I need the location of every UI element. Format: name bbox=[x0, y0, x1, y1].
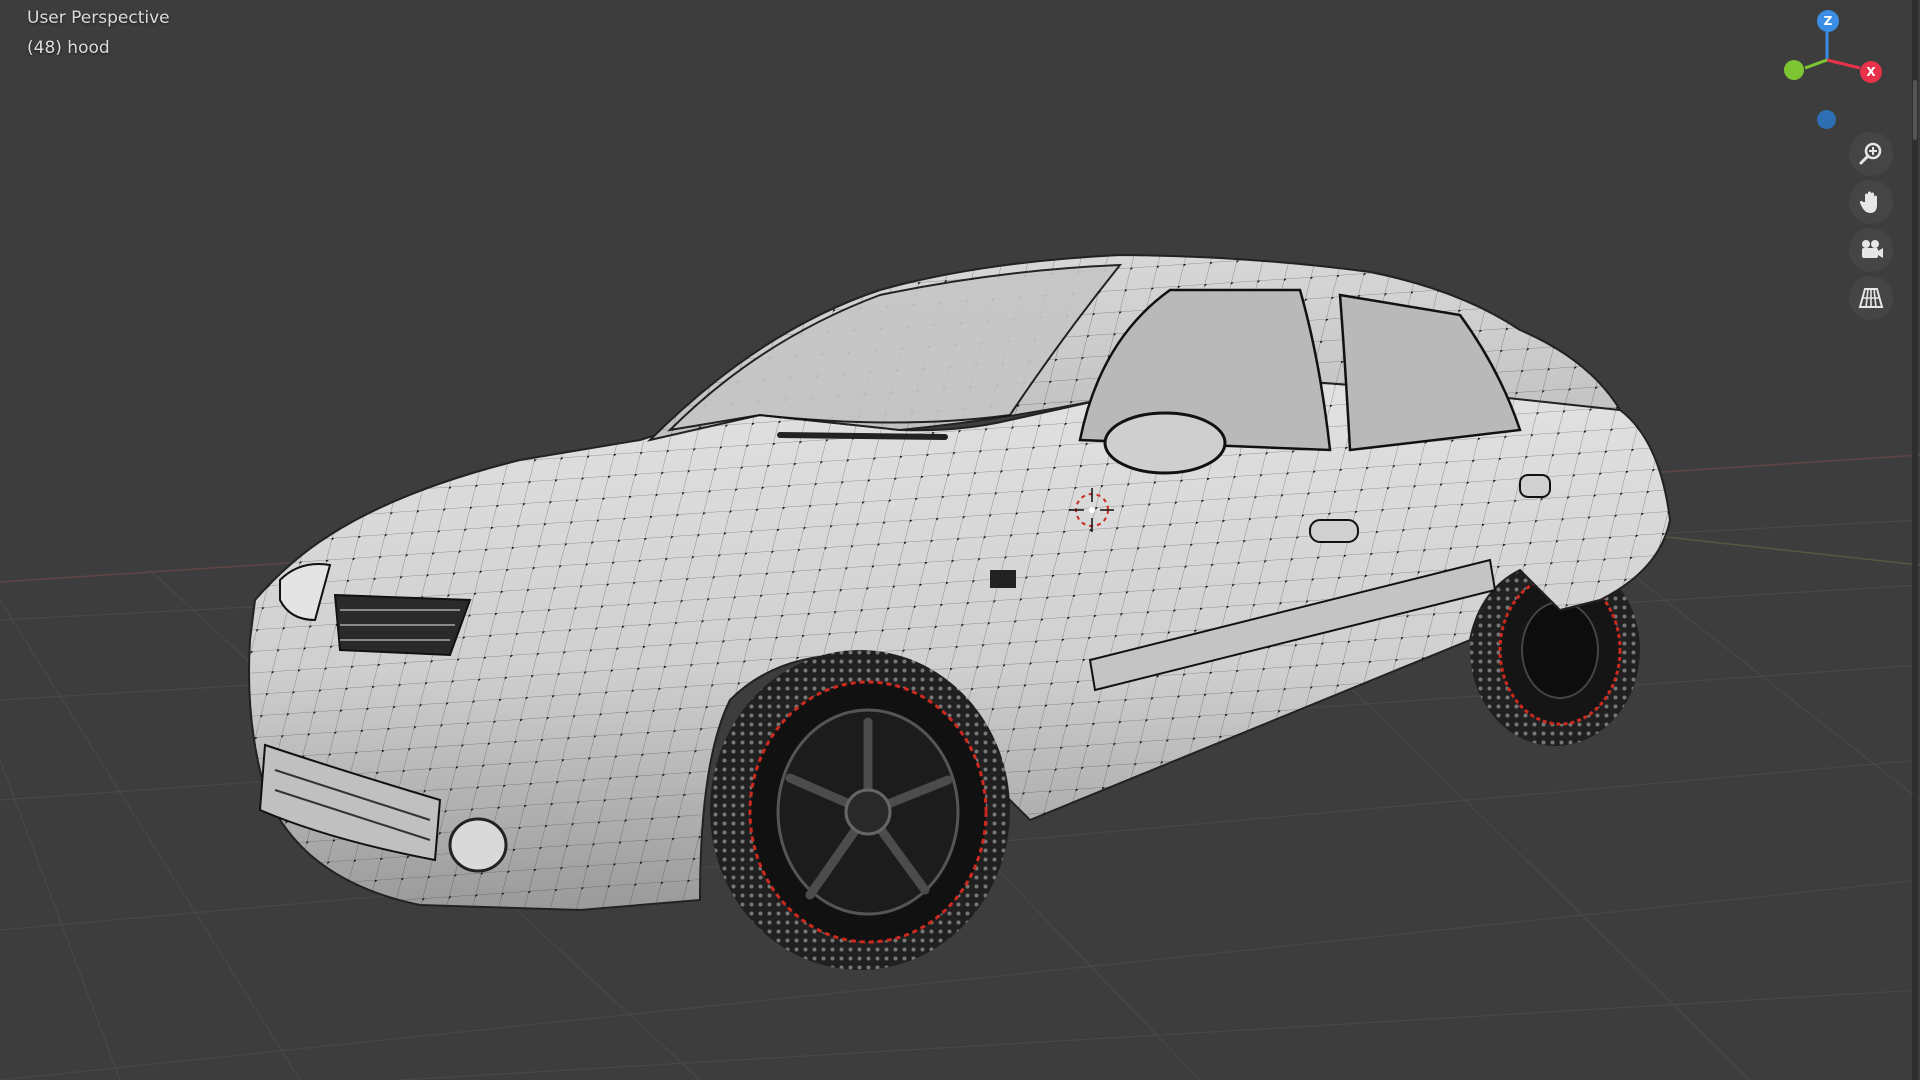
fog-light bbox=[448, 817, 508, 873]
3d-viewport[interactable] bbox=[0, 0, 1920, 1080]
front-grille[interactable] bbox=[333, 593, 472, 657]
active-object-info: (48) hood bbox=[27, 38, 110, 58]
perspective-toggle-button[interactable] bbox=[1849, 276, 1893, 320]
gizmo-x-axis[interactable]: X bbox=[1860, 61, 1882, 83]
door-handle-rear bbox=[1519, 474, 1551, 498]
gizmo-neg-z-axis[interactable] bbox=[1817, 110, 1836, 129]
front-wheel[interactable] bbox=[710, 650, 1010, 970]
side-marker bbox=[990, 570, 1016, 588]
camera-view-button[interactable] bbox=[1849, 228, 1893, 272]
viewport-scrollbar[interactable] bbox=[1912, 0, 1918, 1080]
hand-pan-icon bbox=[1859, 191, 1877, 213]
viewport-view-name: User Perspective bbox=[27, 8, 170, 28]
camera-icon bbox=[1862, 240, 1883, 258]
zoom-button[interactable] bbox=[1849, 132, 1893, 176]
wiper bbox=[777, 432, 948, 440]
grid-perspective-icon bbox=[1858, 288, 1884, 308]
pan-button[interactable] bbox=[1849, 180, 1893, 224]
navigation-gizmo[interactable]: Z X bbox=[1760, 0, 1900, 130]
gizmo-z-axis[interactable]: Z bbox=[1817, 10, 1839, 32]
viewport-scrollbar-thumb[interactable] bbox=[1913, 80, 1917, 140]
gizmo-y-axis[interactable] bbox=[1784, 60, 1804, 80]
door-handle bbox=[1309, 519, 1359, 543]
side-mirror[interactable] bbox=[1103, 411, 1227, 475]
zoom-icon bbox=[1859, 142, 1882, 165]
